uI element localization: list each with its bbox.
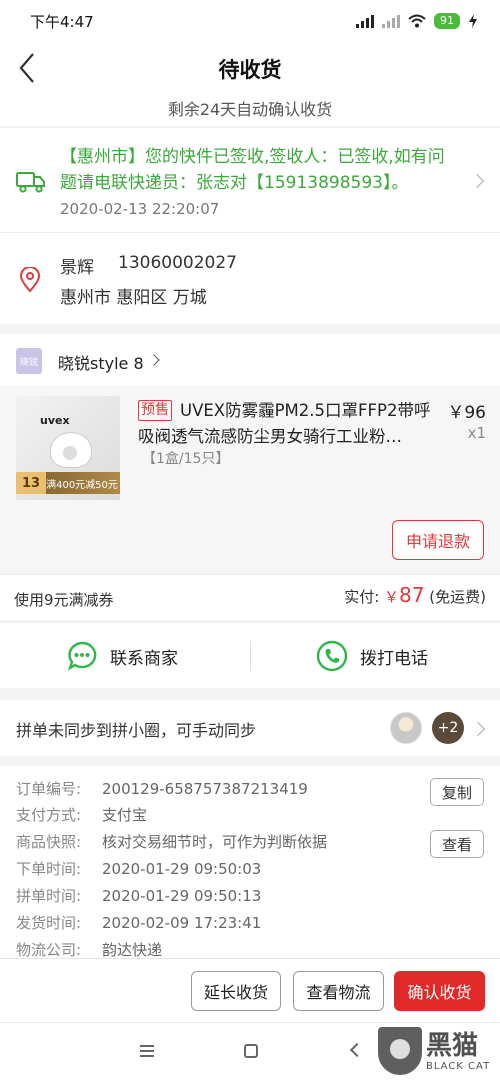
confirm-receipt-button[interactable]: 确认收货 bbox=[394, 971, 485, 1011]
address-detail: 惠州市 惠阳区 万城 bbox=[60, 288, 207, 308]
auto-confirm-notice: 剩余24天自动确认收货 bbox=[167, 100, 333, 119]
chevron-right-icon bbox=[148, 354, 160, 366]
cat-logo-icon bbox=[378, 1027, 422, 1075]
shipping-address: 景辉 13060002027 惠州市 惠阳区 万城 bbox=[0, 232, 500, 324]
copy-order-number-button[interactable]: 复制 bbox=[430, 778, 484, 806]
product-item[interactable]: uvex 13 满400元减50元 UVEX防雾霾PM2.5口罩FFP2带呼吸阀透… bbox=[0, 386, 500, 506]
order-number-row: 订单编号: 200129-658757387213419 bbox=[16, 780, 308, 798]
truck-icon bbox=[16, 172, 45, 193]
currency-symbol: ￥ bbox=[384, 588, 400, 606]
chevron-right-icon bbox=[469, 173, 485, 189]
promo-tag: 13 满400元减50元 bbox=[16, 472, 120, 494]
refund-row: 申请退款 bbox=[0, 506, 500, 570]
group-sync-row[interactable]: 拼单未同步到拼小圈，可手动同步 +2 bbox=[0, 700, 500, 756]
signal-2-icon bbox=[382, 14, 400, 28]
status-icons: 91 bbox=[356, 13, 478, 29]
shipping-note: (免运费) bbox=[429, 588, 486, 606]
courier-row: 物流公司: 韵达快递 bbox=[16, 941, 163, 958]
presale-badge: 预售 bbox=[138, 400, 172, 421]
status-time: 下午4:47 bbox=[30, 12, 94, 31]
watermark-cn: 黑猫 bbox=[426, 1030, 479, 1061]
call-phone-label: 拨打电话 bbox=[360, 648, 428, 668]
product-brand: uvex bbox=[40, 414, 70, 427]
contact-merchant-button[interactable]: 联系商家 bbox=[66, 623, 178, 689]
paid-amount: 87 bbox=[399, 583, 425, 607]
mask-valve bbox=[63, 446, 77, 460]
logistics-message: 【惠州市】您的快件已签收,签收人：已签收,如有问题请电联快递员：张志对【1591… bbox=[60, 147, 445, 193]
action-bar: 延长收货 查看物流 确认收货 bbox=[0, 958, 500, 1022]
home-icon[interactable] bbox=[244, 1044, 258, 1058]
coupon-used: 使用9元满减券 bbox=[14, 591, 114, 609]
chat-icon bbox=[67, 641, 97, 671]
contact-merchant-label: 联系商家 bbox=[110, 648, 178, 668]
divider bbox=[250, 641, 251, 671]
shop-name: 晓锐style 8 bbox=[58, 354, 144, 373]
location-pin-icon bbox=[19, 267, 41, 293]
signal-icon bbox=[356, 14, 374, 28]
call-phone-button[interactable]: 拨打电话 bbox=[316, 623, 428, 689]
logistics-panel[interactable]: 【惠州市】您的快件已签收,签收人：已签收,如有问题请电联快递员：张志对【1591… bbox=[0, 128, 500, 232]
request-refund-button[interactable]: 申请退款 bbox=[392, 520, 484, 560]
paid-label: 实付: bbox=[344, 588, 380, 606]
snapshot-row: 商品快照: 核对交易细节时，可作为判断依据 bbox=[16, 833, 328, 851]
wifi-icon bbox=[408, 14, 426, 28]
product-quantity: x1 bbox=[467, 424, 486, 442]
product-spec: 【1盒/15只】 bbox=[142, 451, 230, 467]
battery-indicator: 91 bbox=[434, 13, 460, 29]
product-title: UVEX防雾霾PM2.5口罩FFP2带呼吸阀透气流感防尘男女骑行工业粉… bbox=[138, 401, 431, 446]
order-info-panel: 订单编号: 200129-658757387213419 支付方式: 支付宝 商品快… bbox=[0, 766, 500, 958]
product-image: uvex 13 满400元减50元 bbox=[16, 396, 120, 500]
watermark: 黑猫 BLACK CAT bbox=[378, 1027, 490, 1075]
back-icon[interactable] bbox=[349, 1042, 365, 1058]
recipient-phone: 13060002027 bbox=[118, 253, 237, 273]
shop-logo: 晓锐 bbox=[16, 348, 42, 374]
promo-tag-text: 满400元减50元 bbox=[46, 479, 118, 491]
more-members-badge: +2 bbox=[432, 712, 464, 744]
watermark-en: BLACK CAT bbox=[426, 1060, 491, 1072]
order-time-row: 下单时间: 2020-01-29 09:50:03 bbox=[16, 860, 262, 878]
chevron-right-icon bbox=[470, 721, 486, 737]
view-snapshot-button[interactable]: 查看 bbox=[430, 830, 484, 858]
view-logistics-button[interactable]: 查看物流 bbox=[293, 971, 384, 1011]
product-price: ￥96 bbox=[447, 403, 486, 423]
promo-tag-number: 13 bbox=[16, 472, 47, 494]
recipient-name: 景辉 bbox=[60, 258, 94, 278]
header: 待收货 剩余24天自动确认收货 bbox=[0, 42, 500, 126]
extend-receipt-button[interactable]: 延长收货 bbox=[191, 971, 281, 1011]
contact-row: 联系商家 拨打电话 bbox=[0, 622, 500, 688]
watermark-text: 黑猫 BLACK CAT bbox=[426, 1031, 490, 1072]
ship-time-row: 发货时间: 2020-02-09 17:23:41 bbox=[16, 914, 262, 932]
group-time-row: 拼单时间: 2020-01-29 09:50:13 bbox=[16, 887, 262, 905]
phone-icon bbox=[316, 640, 348, 672]
status-bar: 下午4:47 91 bbox=[0, 0, 500, 42]
system-nav-bar: 黑猫 BLACK CAT bbox=[0, 1022, 500, 1083]
paid-total: 实付: ￥87 (免运费) bbox=[344, 583, 486, 607]
logistics-time: 2020-02-13 22:20:07 bbox=[60, 200, 220, 218]
page-title: 待收货 bbox=[218, 58, 282, 82]
avatar bbox=[390, 712, 422, 744]
group-sync-text: 拼单未同步到拼小圈，可手动同步 bbox=[16, 721, 257, 740]
menu-icon[interactable] bbox=[140, 1045, 154, 1057]
shop-row[interactable]: 晓锐 晓锐style 8 bbox=[0, 334, 500, 386]
payment-summary: 使用9元满减券 实付: ￥87 (免运费) bbox=[0, 574, 500, 620]
payment-method-row: 支付方式: 支付宝 bbox=[16, 806, 148, 824]
charging-icon bbox=[469, 14, 477, 28]
